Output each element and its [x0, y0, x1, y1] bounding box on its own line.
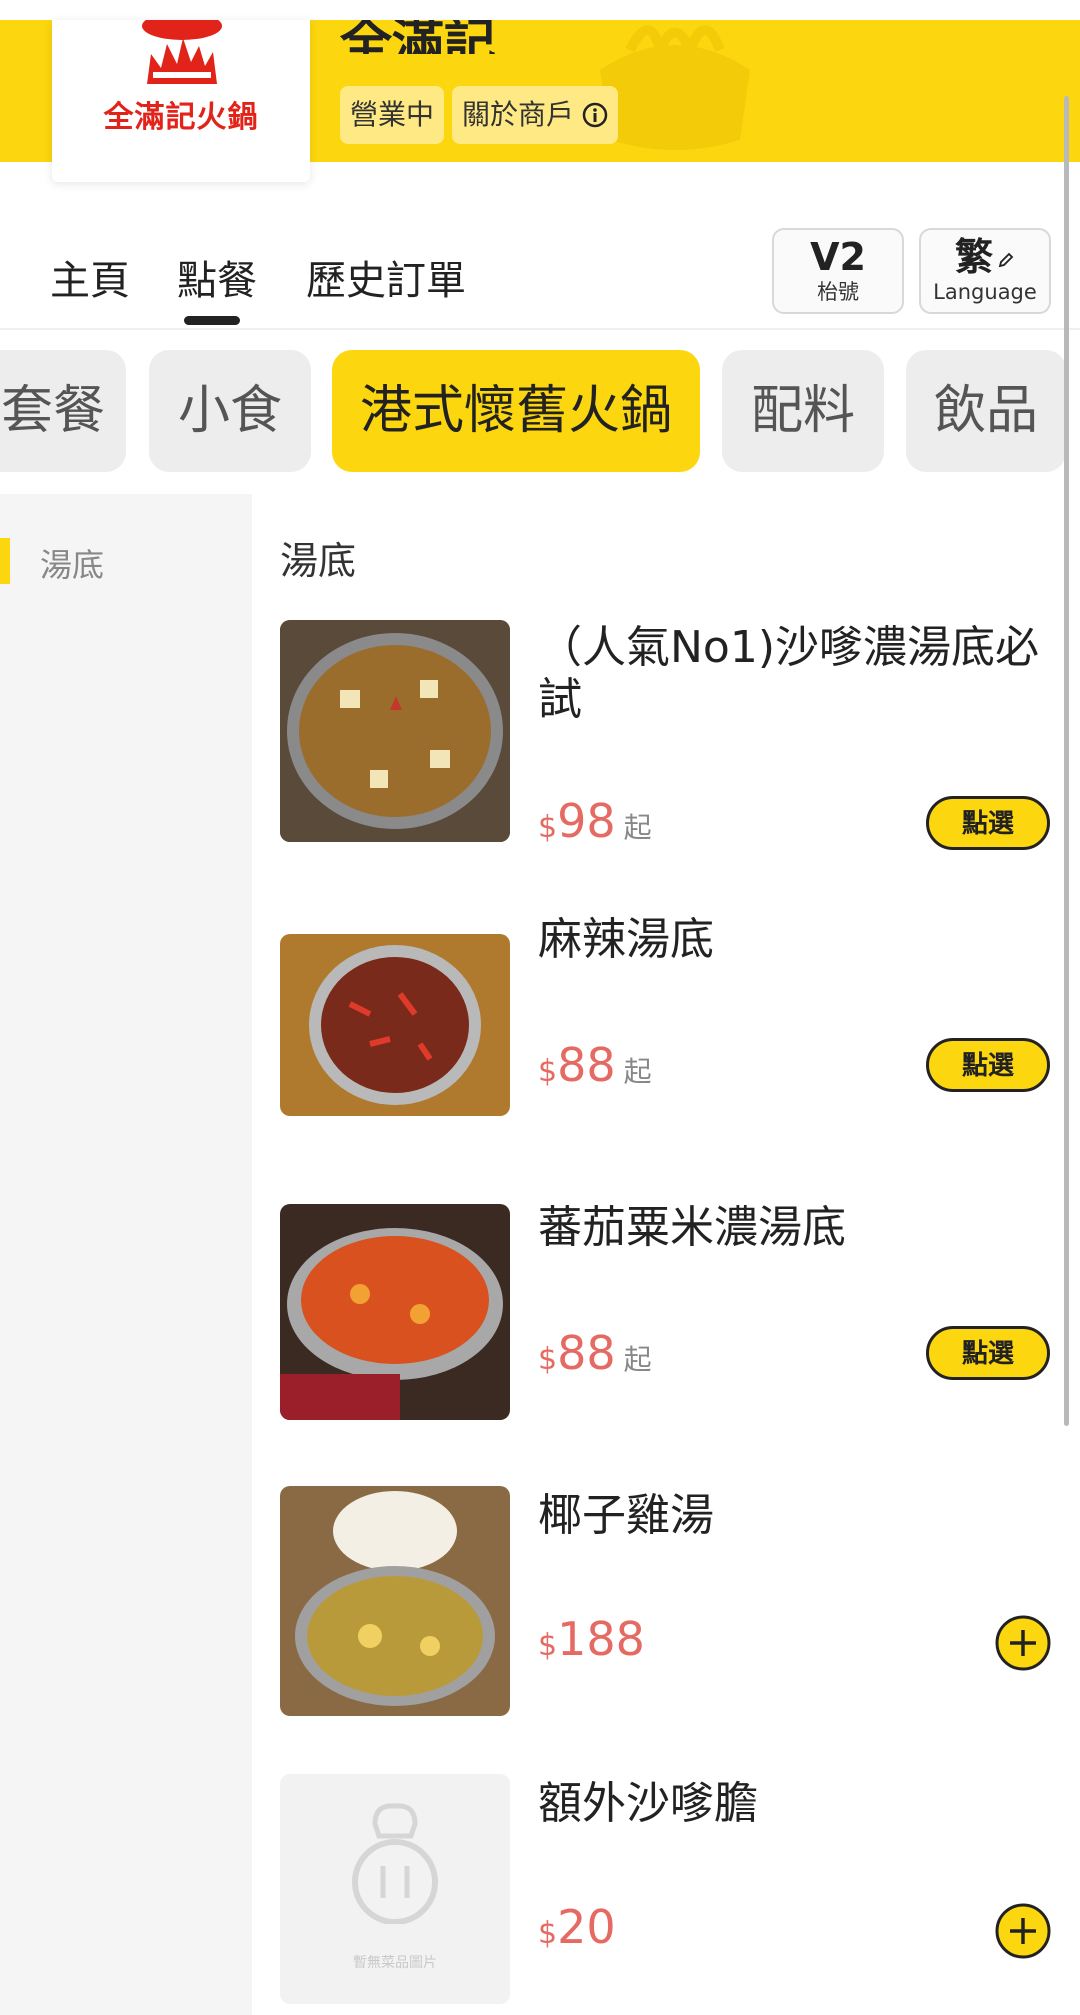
active-tab-indicator	[184, 316, 240, 325]
scrollbar[interactable]	[1064, 96, 1069, 1426]
pencil-icon	[998, 252, 1014, 267]
dish-price: $20	[538, 1900, 616, 1954]
dish-name: 額外沙嗲膽	[538, 1778, 758, 1829]
nav-divider	[0, 328, 1080, 330]
select-options-button[interactable]: 點選	[926, 1038, 1050, 1092]
language-value: 繁	[954, 235, 993, 279]
placeholder-text: 暫無菜品圖片	[353, 1955, 437, 1971]
satay-soup-photo[interactable]	[280, 620, 510, 842]
category-ingredients[interactable]: 配料	[722, 350, 884, 472]
category-hk-hotpot[interactable]: 港式懷舊火鍋	[332, 350, 700, 472]
about-merchant-label: 關於商戶	[462, 98, 575, 131]
subcategory-sidebar	[0, 494, 252, 2015]
dish-name: 蕃茄粟米濃湯底	[538, 1202, 846, 1253]
select-options-button[interactable]: 點選	[926, 796, 1050, 850]
dish-name: （人氣No1)沙嗲濃湯底必試	[538, 622, 1039, 725]
category-set-meal[interactable]: 套餐	[0, 350, 126, 472]
coconut-chicken-soup-photo[interactable]	[280, 1486, 510, 1716]
logo-text: 全滿記火鍋	[103, 100, 259, 135]
category-snacks[interactable]: 小食	[149, 350, 311, 472]
table-number-button[interactable]: V2 枱號	[772, 228, 904, 314]
tab-order-history[interactable]: 歷史訂單	[306, 248, 466, 306]
mala-soup-photo[interactable]	[280, 934, 510, 1116]
no-image-placeholder[interactable]: 暫無菜品圖片	[280, 1774, 510, 2004]
chef-hat-icon	[352, 1803, 438, 1924]
tab-home[interactable]: 主頁	[50, 248, 130, 306]
about-merchant-button[interactable]: 關於商戶	[452, 86, 619, 144]
select-options-button[interactable]: 點選	[926, 1326, 1050, 1380]
language-button[interactable]: 繁 Language	[919, 228, 1051, 314]
category-drinks[interactable]: 飲品	[906, 350, 1066, 472]
plus-icon[interactable]	[994, 1614, 1052, 1672]
restaurant-logo: 全滿記火鍋	[52, 20, 310, 182]
dish-name: 椰子雞湯	[538, 1490, 714, 1541]
dish-name: 麻辣湯底	[538, 914, 714, 965]
status-badge: 營業中	[340, 86, 445, 144]
store-name: 全滿記	[340, 20, 497, 54]
section-title: 湯底	[280, 539, 357, 583]
table-number: V2	[810, 235, 866, 279]
dish-price: $88 起	[538, 1038, 652, 1092]
sidebar-active-indicator	[0, 538, 10, 584]
info-icon	[582, 102, 608, 128]
dish-price: $88 起	[538, 1326, 652, 1380]
table-number-label: 枱號	[817, 280, 859, 304]
language-label: Language	[933, 280, 1037, 304]
tomato-corn-soup-photo[interactable]	[280, 1204, 510, 1420]
dish-price: $188	[538, 1612, 645, 1666]
sidebar-item-soup-base[interactable]: 湯底	[40, 540, 104, 586]
tab-order[interactable]: 點餐	[177, 248, 257, 306]
plus-icon[interactable]	[994, 1902, 1052, 1960]
language-value-row: 繁	[921, 234, 1049, 280]
dish-price: $98 起	[538, 794, 652, 848]
flame-logo-icon	[142, 20, 222, 84]
